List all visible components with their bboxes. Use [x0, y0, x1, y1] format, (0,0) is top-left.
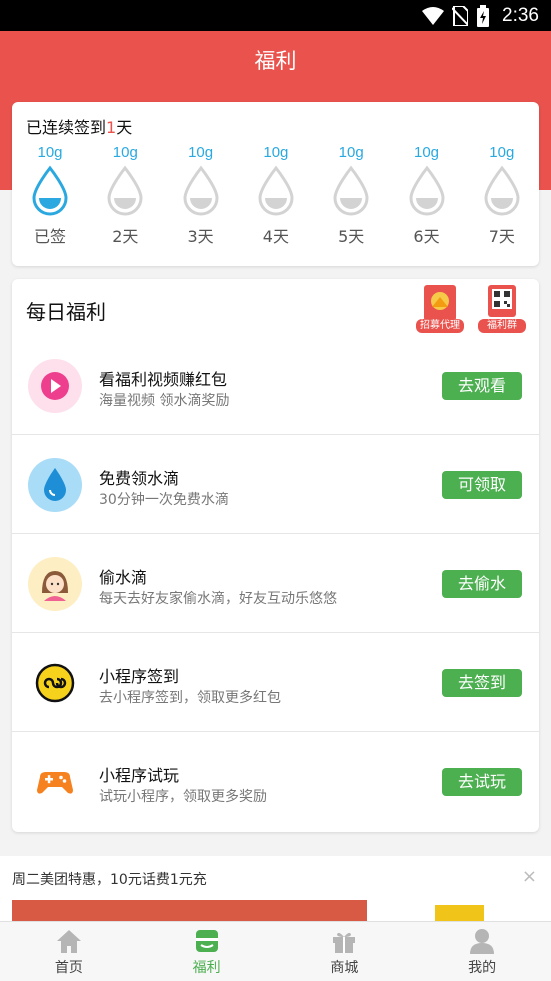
- try-button[interactable]: 去试玩: [442, 768, 522, 796]
- drop-day-label: 3天: [187, 227, 214, 246]
- task-title: 免费领水滴: [99, 469, 180, 488]
- task-mini-program-signin: 小程序签到 去小程序签到，领取更多红包 去签到: [12, 633, 539, 732]
- task-title: 看福利视频赚红包: [99, 370, 228, 389]
- promo-banner[interactable]: 周二美团特惠，10元话费1元充 ×: [0, 856, 551, 926]
- tab-mall[interactable]: 商城: [276, 922, 414, 981]
- signin-card: 已连续签到1天 10g 已签 10g 2天 10g 3天 10g 4天 10g 5天 10g 6天 10…: [12, 102, 539, 266]
- task-desc: 去小程序签到，领取更多红包: [99, 690, 281, 706]
- page-title: 福利: [254, 49, 297, 73]
- task-steal-water: 偷水滴 每天去好友家偷水滴，好友互动乐悠悠 去偷水: [12, 534, 539, 633]
- drop-day-label: 2天: [112, 227, 139, 246]
- signin-day: 10g 4天: [246, 144, 306, 247]
- drop-day-label: 7天: [488, 227, 515, 246]
- steal-button[interactable]: 去偷水: [442, 570, 522, 598]
- water-drop-icon: [484, 165, 520, 216]
- signin-day: 10g 6天: [397, 144, 457, 247]
- status-time: 2:36: [502, 5, 539, 26]
- daily-welfare-card: 每日福利 招募代理 福利群 看福利视频赚红包 海量视频 领水滴奖励 去观看 免费…: [12, 279, 539, 832]
- drop-day-label: 5天: [338, 227, 365, 246]
- task-desc: 每天去好友家偷水滴，好友互动乐悠悠: [99, 591, 337, 607]
- task-title: 小程序签到: [99, 667, 180, 686]
- close-icon[interactable]: ×: [522, 866, 537, 887]
- task-title: 小程序试玩: [99, 766, 180, 785]
- signin-day: 10g 已签: [20, 144, 80, 247]
- girl-avatar-icon: [28, 557, 82, 611]
- water-drop-icon: [408, 165, 445, 216]
- no-sim-icon: [452, 6, 469, 26]
- signin-day: 10g 7天: [472, 144, 532, 247]
- tab-welfare[interactable]: 福利: [138, 922, 276, 981]
- signin-day: 10g 3天: [171, 144, 231, 247]
- water-drop-icon: [32, 165, 68, 216]
- drop-amount: 10g: [188, 144, 214, 161]
- drop-day-label: 4天: [262, 227, 289, 246]
- gamepad-icon: [28, 755, 82, 809]
- signin-streak: 已连续签到1天: [26, 118, 133, 137]
- wifi-icon: [422, 7, 445, 25]
- drop-day-label: 6天: [413, 227, 440, 246]
- task-desc: 试玩小程序，领取更多奖励: [99, 789, 267, 805]
- bottom-tab-bar: 首页 福利 商城 我的: [0, 921, 551, 981]
- gift-icon: [333, 932, 356, 953]
- tab-home[interactable]: 首页: [0, 922, 138, 981]
- qr-code-icon: [488, 285, 516, 317]
- drop-amount: 10g: [37, 144, 63, 161]
- task-watch-video: 看福利视频赚红包 海量视频 领水滴奖励 去观看: [12, 336, 539, 435]
- signin-days: 1: [106, 118, 117, 137]
- water-drop-icon: [107, 165, 143, 216]
- status-icons: 2:36: [422, 5, 539, 27]
- claim-button[interactable]: 可领取: [442, 471, 522, 499]
- status-bar: 2:36: [0, 0, 551, 31]
- drop-amount: 10g: [413, 144, 440, 161]
- signin-button[interactable]: 去签到: [442, 669, 522, 697]
- daily-welfare-title: 每日福利: [26, 300, 106, 324]
- water-drop-icon: [258, 165, 294, 216]
- play-icon: [28, 359, 82, 413]
- promo-text: 周二美团特惠，10元话费1元充: [12, 872, 207, 888]
- drop-amount: 10g: [338, 144, 364, 161]
- task-desc: 30分钟一次免费水滴: [99, 492, 229, 508]
- home-icon: [56, 930, 81, 953]
- water-drop-icon: [333, 165, 369, 216]
- watch-button[interactable]: 去观看: [442, 372, 522, 400]
- red-envelope-icon: [424, 285, 456, 321]
- signin-day: 10g 5天: [321, 144, 381, 247]
- task-title: 偷水滴: [99, 568, 148, 587]
- recruit-agent-badge[interactable]: 招募代理: [416, 285, 464, 333]
- welfare-icon: [195, 930, 218, 952]
- drop-amount: 10g: [263, 144, 289, 161]
- user-icon: [470, 929, 495, 954]
- mini-program-icon: [28, 656, 82, 710]
- tab-mine[interactable]: 我的: [413, 922, 551, 981]
- welfare-group-badge[interactable]: 福利群: [478, 285, 526, 333]
- drop-amount: 10g: [112, 144, 138, 161]
- task-desc: 海量视频 领水滴奖励: [99, 393, 230, 409]
- water-drop-icon: [183, 165, 219, 216]
- water-drop-icon: [28, 458, 82, 512]
- battery-icon: [477, 5, 490, 27]
- signin-day: 10g 2天: [95, 144, 155, 247]
- drop-day-label: 已签: [33, 227, 66, 246]
- drop-amount: 10g: [489, 144, 515, 161]
- task-mini-program-trial: 小程序试玩 试玩小程序，领取更多奖励 去试玩: [12, 732, 539, 831]
- task-free-water: 免费领水滴 30分钟一次免费水滴 可领取: [12, 435, 539, 534]
